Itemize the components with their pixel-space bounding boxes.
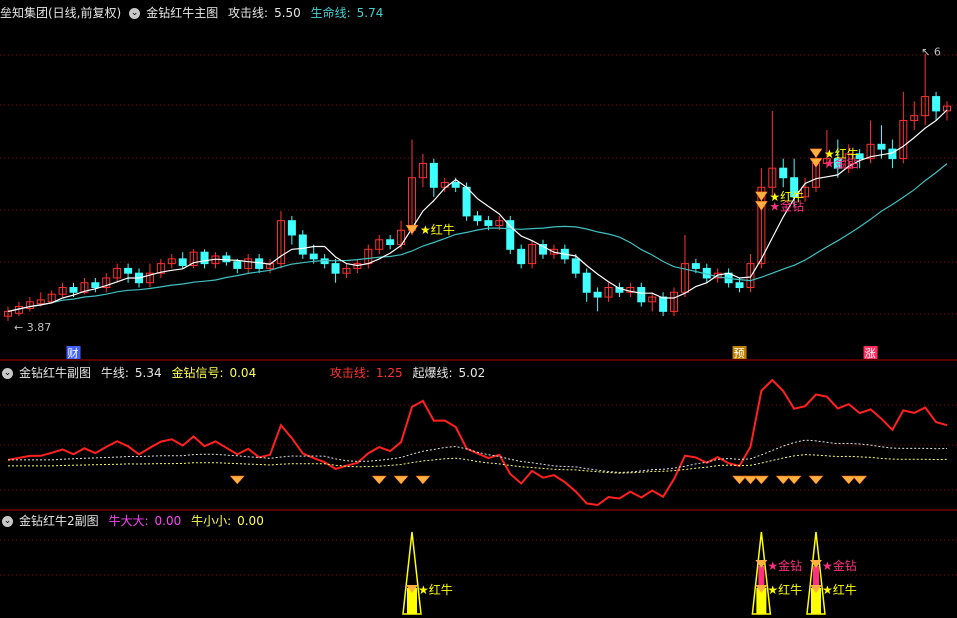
candle-body[interactable] bbox=[69, 287, 78, 293]
sub1-burst-line bbox=[8, 454, 948, 474]
diamond-icon bbox=[753, 475, 769, 485]
gold-diamond-signal: ★金钻 bbox=[767, 558, 802, 573]
diamond-icon bbox=[405, 224, 419, 235]
candle-body[interactable] bbox=[200, 251, 209, 265]
diamond-icon bbox=[229, 475, 245, 485]
candle-body[interactable] bbox=[691, 263, 700, 269]
candle-body[interactable] bbox=[517, 248, 526, 265]
event-marker[interactable]: 财 bbox=[68, 346, 79, 360]
diamond-icon bbox=[393, 475, 409, 485]
candle-body[interactable] bbox=[233, 261, 242, 269]
diamond-icon bbox=[415, 475, 431, 485]
gold-bar bbox=[758, 566, 765, 588]
candle-body[interactable] bbox=[309, 253, 318, 260]
diamond-icon bbox=[754, 191, 768, 202]
candle-body[interactable] bbox=[659, 296, 668, 312]
min-price-label: ← 3.87 bbox=[14, 321, 51, 334]
event-marker[interactable]: 预 bbox=[734, 347, 745, 360]
diamond-icon bbox=[852, 475, 868, 485]
sub1-attack-line bbox=[7, 378, 948, 507]
diamond-icon bbox=[808, 475, 824, 485]
gold-bar bbox=[812, 566, 819, 588]
max-price-label: ↖ 6 bbox=[921, 46, 941, 59]
diamond-icon bbox=[371, 475, 387, 485]
candle-body[interactable] bbox=[484, 220, 493, 226]
red-bull-signal: ★红牛 bbox=[822, 582, 857, 597]
candle-body[interactable] bbox=[779, 167, 788, 179]
candle-body[interactable] bbox=[582, 272, 591, 293]
event-marker[interactable]: 涨 bbox=[865, 347, 876, 360]
red-bull-signal: ★红牛 bbox=[418, 582, 453, 597]
candle-body[interactable] bbox=[506, 220, 515, 250]
candle-body[interactable] bbox=[331, 263, 340, 274]
candle-body[interactable] bbox=[462, 186, 471, 217]
candle-body[interactable] bbox=[222, 255, 231, 263]
gold-diamond-signal: ★金钻 bbox=[824, 155, 859, 170]
gold-diamond-signal: ★金钻 bbox=[769, 198, 804, 213]
diamond-icon bbox=[809, 148, 823, 159]
diamond-icon bbox=[809, 158, 823, 168]
attack-line bbox=[7, 109, 948, 312]
candle-body[interactable] bbox=[593, 291, 602, 298]
life-line bbox=[7, 163, 948, 312]
diamond-icon bbox=[754, 201, 768, 211]
candle-body[interactable] bbox=[91, 282, 100, 288]
candle-body[interactable] bbox=[386, 239, 395, 246]
red-bull-signal: ★红牛 bbox=[767, 582, 802, 597]
red-bull-signal: ★红牛 bbox=[420, 222, 455, 237]
candle-body[interactable] bbox=[571, 258, 580, 274]
candle-body[interactable] bbox=[735, 282, 744, 288]
candle-body[interactable] bbox=[298, 234, 307, 255]
candle-body[interactable] bbox=[178, 258, 187, 267]
candle-body[interactable] bbox=[429, 162, 438, 188]
diamond-icon bbox=[786, 475, 802, 485]
candle-body[interactable] bbox=[287, 220, 296, 236]
candle-body[interactable] bbox=[451, 182, 460, 188]
candle-body[interactable] bbox=[637, 287, 646, 303]
kline-chart[interactable]: ← 3.87↖ 6★红牛★红牛★金钻★红牛★金钻财预涨★红牛★金钻★红牛★金钻★… bbox=[0, 0, 957, 618]
gold-diamond-signal: ★金钻 bbox=[822, 558, 857, 573]
candle-body[interactable] bbox=[877, 143, 886, 150]
candle-body[interactable] bbox=[932, 96, 941, 112]
candle-body[interactable] bbox=[473, 215, 482, 222]
candle-body[interactable] bbox=[124, 267, 133, 274]
